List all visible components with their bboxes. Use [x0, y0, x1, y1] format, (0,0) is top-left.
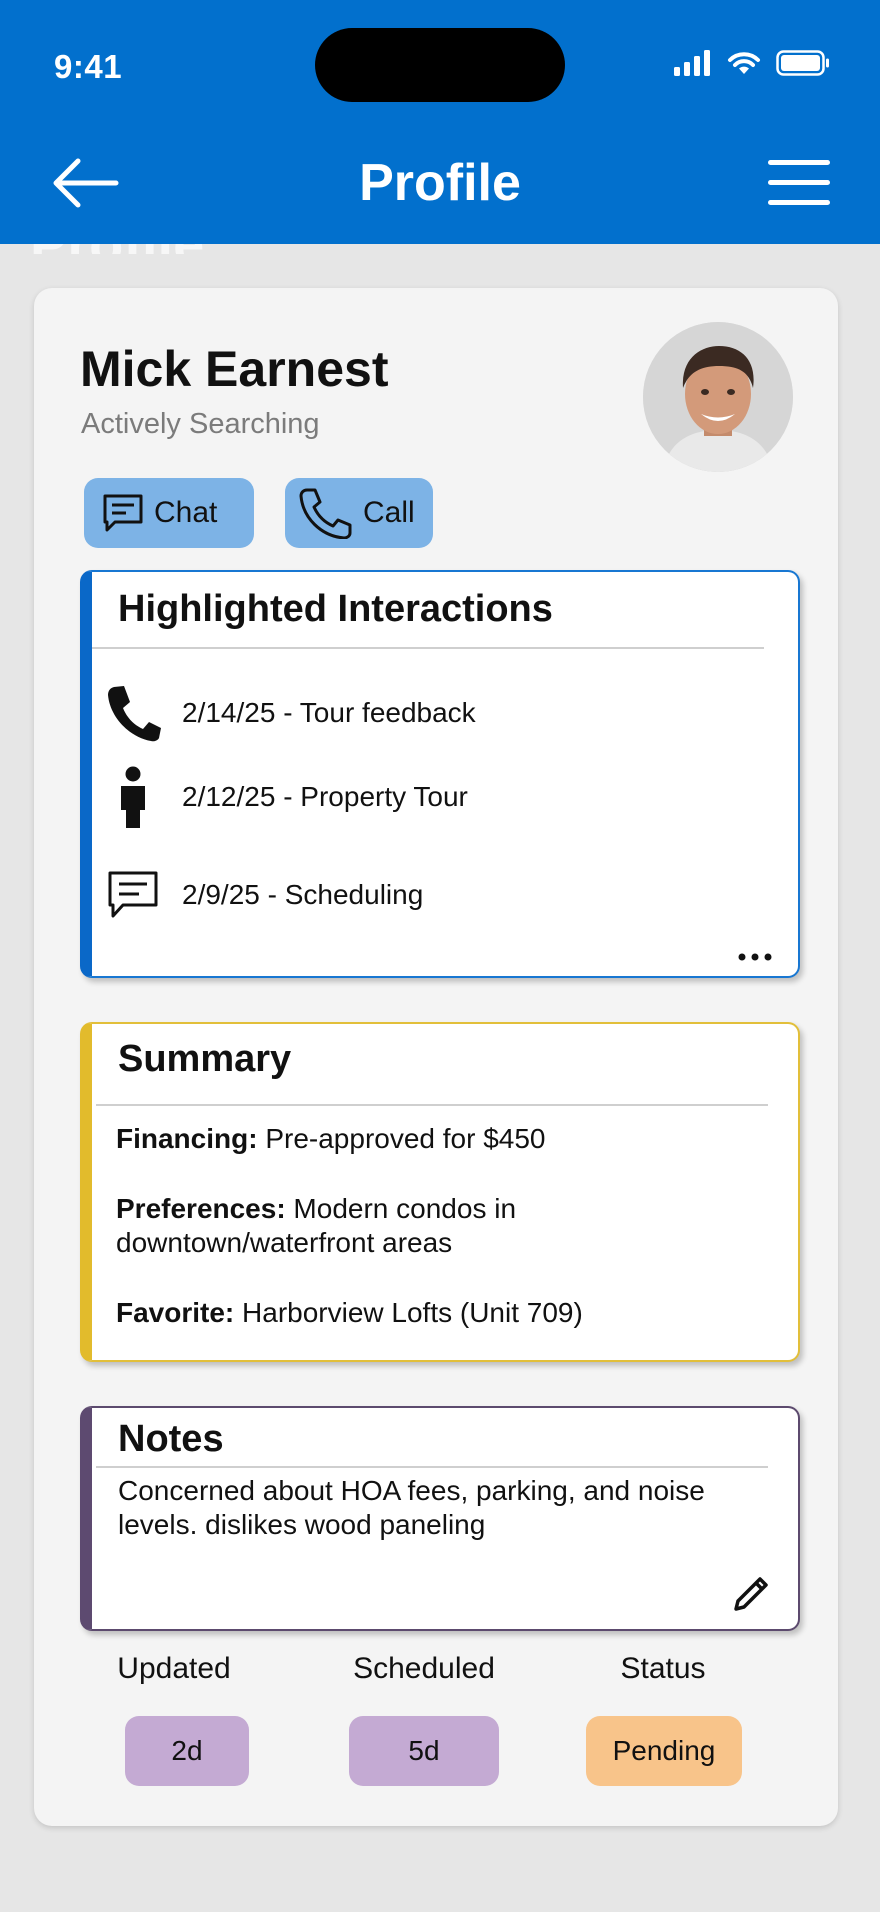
summary-financing: Financing: Pre-approved for $450 — [116, 1122, 776, 1156]
summary-favorite: Favorite: Harborview Lofts (Unit 709) — [116, 1296, 776, 1330]
signal-icon — [674, 50, 710, 76]
dynamic-island — [315, 28, 565, 102]
highlights-divider — [92, 647, 764, 649]
interaction-text: 2/12/25 - Property Tour — [182, 781, 468, 812]
wifi-icon — [728, 52, 760, 74]
highlights-title: Highlighted Interactions — [118, 588, 553, 630]
page-title: Profile — [359, 154, 521, 212]
hamburger-menu-icon — [768, 160, 830, 205]
more-dots-icon — [738, 953, 772, 961]
contact-status: Actively Searching — [81, 408, 320, 440]
person-icon — [121, 766, 145, 828]
preferences-label: Preferences: — [116, 1193, 286, 1224]
phone-outline-icon — [299, 488, 352, 539]
summary-panel: Summary Financing: Pre-approved for $450… — [80, 1022, 800, 1362]
highlighted-interactions-panel: Highlighted Interactions 2/14/25 - Tour … — [80, 570, 800, 978]
chat-icon — [103, 494, 143, 532]
notes-title: Notes — [118, 1418, 224, 1460]
interaction-text: 2/14/25 - Tour feedback — [182, 697, 476, 728]
interaction-item[interactable]: 2/9/25 - Scheduling — [92, 860, 798, 930]
avatar — [643, 322, 793, 472]
favorite-label: Favorite: — [116, 1297, 235, 1328]
pencil-icon — [734, 1577, 768, 1611]
status-label: Status — [620, 1652, 706, 1685]
message-icon — [108, 871, 158, 918]
scheduled-badge: 5d — [349, 1716, 499, 1786]
chat-button-label: Chat — [154, 496, 218, 529]
status-time: 9:41 — [54, 48, 123, 85]
edit-notes-button[interactable] — [732, 1571, 772, 1611]
phone-icon — [108, 686, 161, 742]
avatar-photo — [643, 322, 793, 472]
summary-preferences: Preferences: Modern condos in downtown/w… — [116, 1192, 776, 1260]
interaction-text: 2/9/25 - Scheduling — [182, 879, 424, 910]
financing-label: Financing: — [116, 1123, 258, 1154]
app-header: 9:41 Profile — [0, 0, 880, 244]
summary-divider — [96, 1104, 768, 1106]
battery-icon — [776, 50, 829, 76]
favorite-value: Harborview Lofts (Unit 709) — [234, 1297, 583, 1328]
status-badge: Pending — [586, 1716, 742, 1786]
chat-button[interactable]: Chat — [84, 478, 254, 548]
status-icons — [674, 50, 830, 76]
contact-name: Mick Earnest — [80, 341, 389, 397]
call-button[interactable]: Call — [285, 478, 433, 548]
call-button-label: Call — [363, 496, 415, 529]
updated-label: Updated — [117, 1652, 231, 1685]
notes-text: Concerned about HOA fees, parking, and n… — [118, 1475, 705, 1540]
interaction-item[interactable]: 2/12/25 - Property Tour — [92, 762, 798, 832]
scrolled-title-remnant: Profile — [30, 244, 204, 254]
notes-divider — [96, 1466, 768, 1468]
scheduled-label: Scheduled — [353, 1652, 495, 1685]
menu-button[interactable] — [768, 158, 830, 208]
interaction-item[interactable]: 2/14/25 - Tour feedback — [92, 678, 798, 748]
financing-value: Pre-approved for $450 — [257, 1123, 546, 1154]
more-options-button[interactable] — [738, 948, 772, 961]
updated-badge: 2d — [125, 1716, 249, 1786]
summary-title: Summary — [118, 1038, 292, 1080]
notes-panel: Notes Concerned about HOA fees, parking,… — [80, 1406, 800, 1631]
